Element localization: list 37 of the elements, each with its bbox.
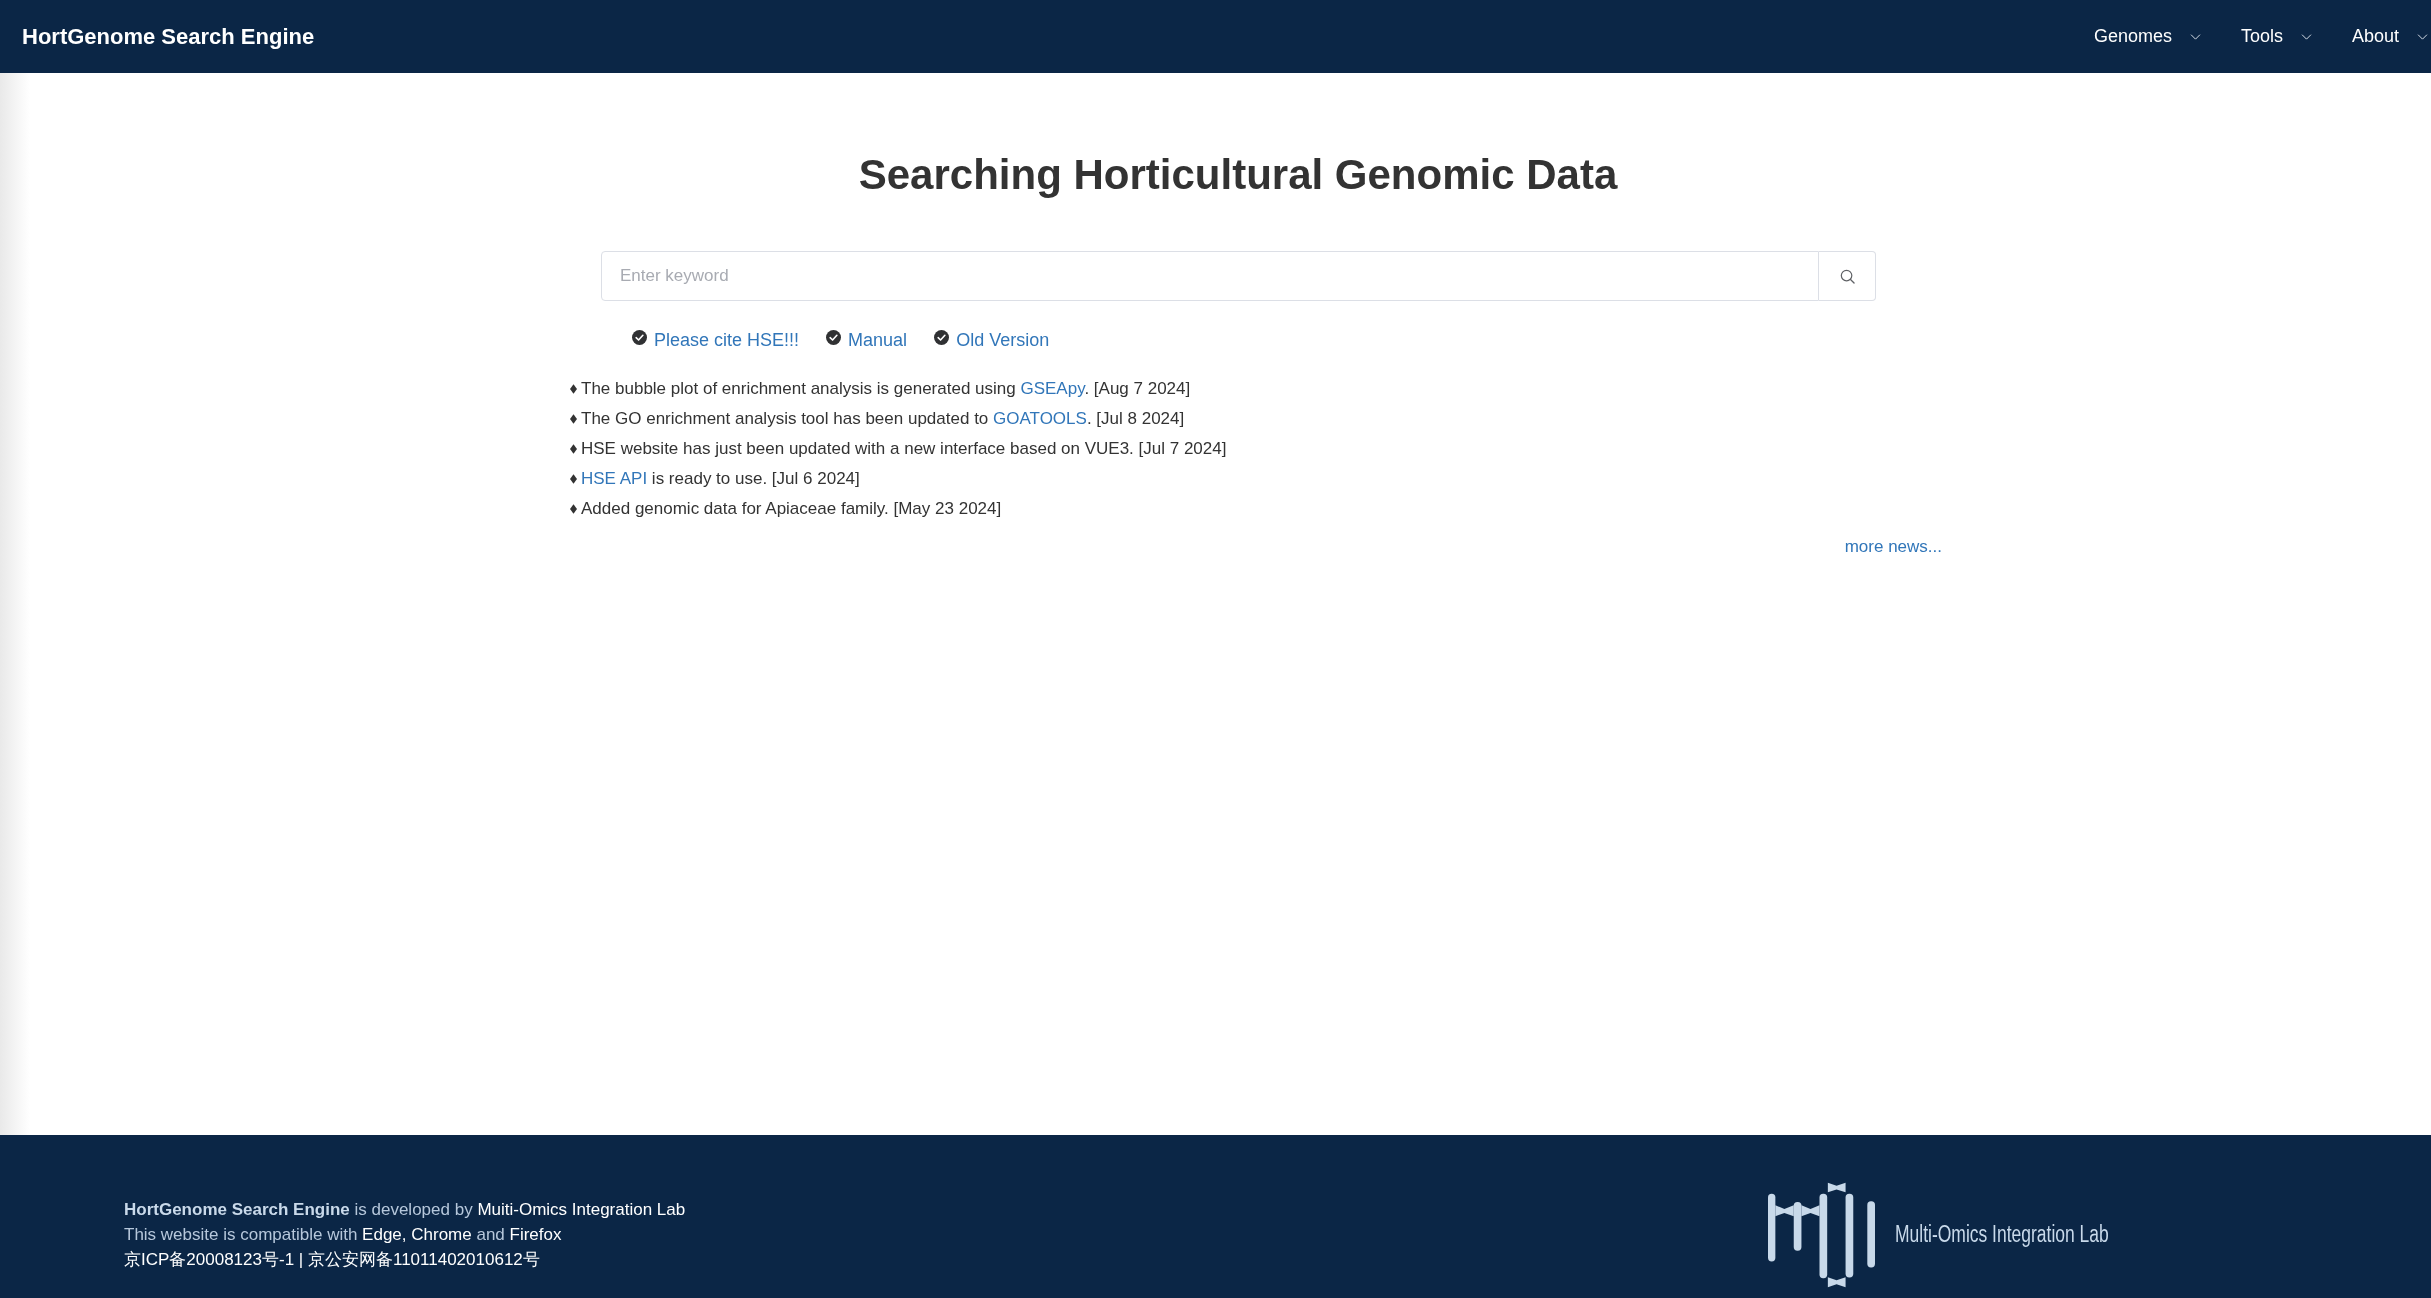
check-circle-icon — [934, 329, 950, 345]
more-news-link[interactable]: more news... — [1844, 535, 1942, 559]
diamond-bullet-icon — [570, 444, 577, 454]
search-button[interactable] — [1819, 251, 1876, 301]
chevron-down-icon — [2189, 33, 2201, 40]
chevron-down-icon — [2417, 33, 2428, 40]
lab-name: Multi-Omics Integration Lab — [1894, 1221, 2109, 1248]
diamond-bullet-icon — [570, 504, 577, 514]
news-link[interactable]: HSE API — [581, 469, 648, 488]
nav-dropdown[interactable]: Tools — [2240, 18, 2312, 55]
site-title[interactable]: HortGenome Search Engine — [22, 23, 315, 50]
nav-dropdown[interactable]: About — [2351, 18, 2428, 55]
quick-link[interactable]: Manual — [848, 328, 908, 352]
check-circle-icon — [826, 329, 842, 345]
footer-text: HortGenome Search Engine is developed by Muiti-Omics Integration Lab — [124, 1199, 686, 1221]
news-text: The bubble plot of enrichment analysis is generated using GSEApy. [Aug 7 2024] — [581, 378, 1191, 400]
chevron-down-icon — [2300, 33, 2312, 40]
news-text: Added genomic data for Apiaceae family. [May 23 2024] — [581, 499, 1002, 519]
footer-text: This website is compatible with Edge, Chrome and Firefox — [124, 1224, 563, 1246]
search-field[interactable]: Enter keyword — [601, 251, 1819, 301]
diamond-bullet-icon — [570, 384, 577, 394]
search-icon — [1839, 268, 1855, 284]
check-circle-icon — [632, 329, 647, 345]
lab-link[interactable]: Muiti-Omics Integration Lab — [477, 1200, 686, 1219]
news-link[interactable]: GSEApy — [1020, 379, 1085, 398]
news-text: HSE website has just been updated with a new interface based on VUE3. [Jul 7 2024] — [581, 439, 1227, 459]
news-text: HSE API is ready to use. [Jul 6 2024] — [581, 468, 860, 490]
page-heading: Searching Horticultural Genomic Data — [857, 150, 1619, 200]
nav-dropdown[interactable]: Genomes — [2093, 18, 2201, 55]
diamond-bullet-icon — [570, 414, 577, 424]
quick-link[interactable]: Please cite HSE!!! — [654, 328, 800, 352]
quick-link[interactable]: Old Version — [956, 328, 1050, 352]
footer-text: 京ICP备20008123号-1 | 京公安网备11011402010612号 — [124, 1249, 541, 1271]
news-text: The GO enrichment analysis tool has been updated to GOATOOLS. [Jul 8 2024] — [581, 408, 1185, 430]
news-link[interactable]: GOATOOLS — [993, 409, 1087, 428]
logo-icon — [1766, 1181, 1876, 1288]
diamond-bullet-icon — [570, 474, 577, 484]
